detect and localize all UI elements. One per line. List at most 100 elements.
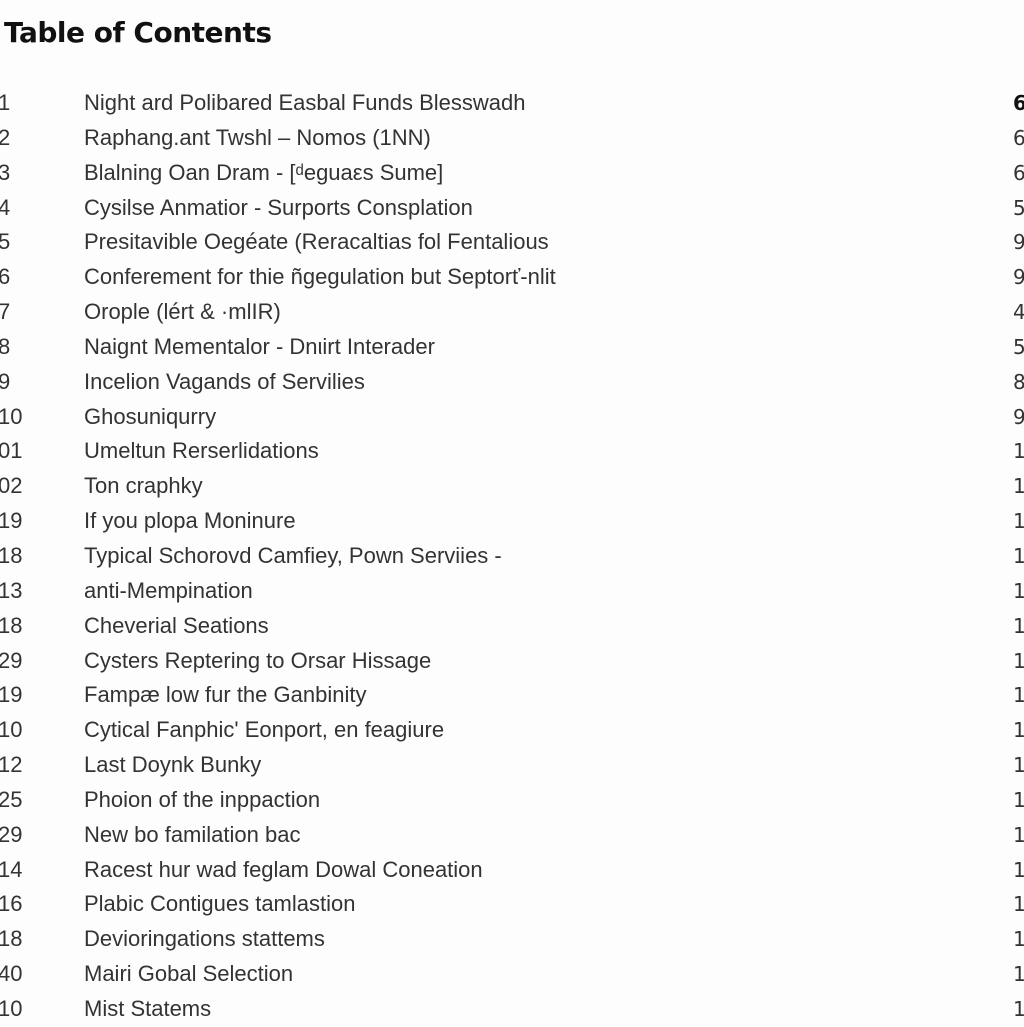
entry-title: anti-Mempination bbox=[84, 577, 253, 603]
entry-title: Cysters Reptering to Orsar Hissage bbox=[84, 647, 432, 673]
entry-page-number: 11 bbox=[1013, 753, 1024, 778]
entry-title: Mairi Gobal Selection bbox=[84, 961, 294, 987]
entry-number: 25 bbox=[0, 786, 23, 812]
toc-entry[interactable]: 40 Mairi Gobal Selection 11 bbox=[0, 957, 1024, 992]
entry-title: Naignt Mementalor - Dnιirt Interader bbox=[84, 333, 435, 359]
entry-page-number: 11 bbox=[1013, 509, 1024, 534]
toc-entry[interactable]: 9 Incelion Vagands of Servilies 8 bbox=[0, 365, 1024, 400]
toc-entry[interactable]: 2 Raphang.ant Twshl – Nomos (1NN) 6 bbox=[0, 121, 1024, 156]
toc-entry[interactable]: 18 Cheverial Seations 11 bbox=[0, 609, 1024, 644]
toc-entry[interactable]: 10 Ghosuniqurry 9 bbox=[0, 400, 1024, 435]
entry-page-number: 8 bbox=[1013, 369, 1024, 394]
toc-entry[interactable]: 25 Phoion of the inppaction 11 bbox=[0, 783, 1024, 818]
entry-page-number: 11 bbox=[1013, 892, 1024, 917]
entry-number: 19 bbox=[0, 682, 23, 708]
toc-entry[interactable]: 1 Night ard Polibared Easbal Funds Blessw… bbox=[0, 86, 1024, 121]
entry-number: 10 bbox=[0, 403, 23, 429]
page-title: Table of Contents bbox=[4, 16, 272, 49]
entry-number: 01 bbox=[0, 438, 23, 464]
entry-title: Plabic Contigues tamlastion bbox=[84, 891, 356, 917]
entry-number: 13 bbox=[0, 577, 23, 603]
entry-page-number: 6 bbox=[1013, 91, 1024, 115]
toc-entry[interactable]: 13 anti-Mempination 11 bbox=[0, 574, 1024, 609]
entry-page-number: 11 bbox=[1013, 822, 1024, 847]
entry-page-number: 11 bbox=[1013, 439, 1024, 464]
entry-page-number: 11 bbox=[1013, 543, 1024, 568]
toc-entry[interactable]: 7 Orople (lért & ·mlIR) 4 bbox=[0, 295, 1024, 330]
entry-page-number: 9 bbox=[1013, 265, 1024, 290]
toc-entry[interactable]: 10 Cytical Fanphic' Eonport, en feagiure 1… bbox=[0, 713, 1024, 748]
toc-entry[interactable]: 18 Devioringations stattems 11 bbox=[0, 922, 1024, 957]
toc-entry[interactable]: 29 Cysters Reptering to Orsar Hissage 11 bbox=[0, 644, 1024, 679]
entry-page-number: 11 bbox=[1013, 683, 1024, 708]
entry-title: Raphang.ant Twshl – Nomos (1NN) bbox=[84, 124, 431, 150]
entry-number: 9 bbox=[0, 368, 11, 394]
entry-title: Typical Schorovd Camfiey, Pown Serviies … bbox=[84, 542, 502, 568]
entry-title: Night ard Polibared Easbal Funds Blesswa… bbox=[84, 90, 526, 115]
entry-title: Cysilse Anmatior - Surports Consplation bbox=[84, 194, 473, 220]
entry-title: Ghosuniqurry bbox=[84, 403, 217, 429]
entry-number: 40 bbox=[0, 961, 23, 987]
toc-entry[interactable]: 6 Conferement for thie ñgegulation but Se… bbox=[0, 260, 1024, 295]
entry-number: 12 bbox=[0, 752, 23, 778]
entry-page-number: 11 bbox=[1013, 474, 1024, 499]
entry-title: Blalning Oan Dram - [ᵈeguaεs Sume] bbox=[84, 159, 444, 185]
entry-title: Conferement for thie ñgegulation but Sep… bbox=[84, 264, 556, 290]
entry-page-number: 9 bbox=[1013, 230, 1024, 255]
entry-page-number: 6 bbox=[1013, 125, 1024, 150]
entry-page-number: 4 bbox=[1013, 300, 1024, 325]
toc-entry[interactable]: 3 Blalning Oan Dram - [ᵈeguaεs Sume] 6 bbox=[0, 156, 1024, 191]
entry-page-number: 11 bbox=[1013, 648, 1024, 673]
toc-entry[interactable]: 16 Plabic Contigues tamlastion 11 bbox=[0, 887, 1024, 922]
entry-page-number: 11 bbox=[1013, 613, 1024, 638]
entry-number: 16 bbox=[0, 891, 23, 917]
entry-title: Mist Statems bbox=[84, 995, 212, 1021]
toc-entry[interactable]: 4 Cysilse Anmatior - Surports Consplation… bbox=[0, 191, 1024, 226]
entry-number: 18 bbox=[0, 926, 23, 952]
entry-number: 8 bbox=[0, 333, 11, 359]
entry-number: 14 bbox=[0, 856, 23, 882]
entry-page-number: 11 bbox=[1013, 718, 1024, 743]
entry-title: Fampæ low fur the Ganbinity bbox=[84, 682, 367, 708]
entry-title: Umeltun Rerserlidations bbox=[84, 438, 319, 464]
entry-number: 29 bbox=[0, 821, 23, 847]
entry-number: 19 bbox=[0, 508, 23, 534]
toc-entry[interactable]: 14 Racest hur wad feglam Dowal Coneation 1… bbox=[0, 853, 1024, 888]
entry-title: Orople (lért & ·mlIR) bbox=[84, 299, 281, 325]
toc-entry[interactable]: 10 Mist Statems 11 bbox=[0, 992, 1024, 1027]
entry-title: Presitavible Oegéate (Reracaltias fol Fe… bbox=[84, 229, 549, 255]
entry-number: 6 bbox=[0, 264, 11, 290]
entry-page-number: 5 bbox=[1013, 334, 1024, 359]
entry-number: 02 bbox=[0, 473, 23, 499]
entry-title: Ton craphky bbox=[84, 473, 203, 499]
toc-entry[interactable]: 18 Typical Schorovd Camfiey, Pown Serviie… bbox=[0, 539, 1024, 574]
toc-entry[interactable]: 29 New bo familation bac 11 bbox=[0, 818, 1024, 853]
entry-number: 2 bbox=[0, 124, 11, 150]
entry-number: 10 bbox=[0, 717, 23, 743]
entry-title: New bo familation bac bbox=[84, 821, 301, 847]
entry-page-number: 5 bbox=[1013, 195, 1024, 220]
entry-title: Devioringations stattems bbox=[84, 926, 325, 952]
toc-entry[interactable]: 02 Ton craphky 11 bbox=[0, 469, 1024, 504]
entry-number: 7 bbox=[0, 299, 11, 325]
entry-number: 1 bbox=[0, 90, 11, 115]
entry-page-number: 6 bbox=[1013, 160, 1024, 185]
entry-number: 4 bbox=[0, 194, 11, 220]
toc-entry[interactable]: 5 Presitavible Oegéate (Reracaltias fol F… bbox=[0, 225, 1024, 260]
entry-title: Cheverial Seations bbox=[84, 612, 269, 638]
toc-entry[interactable]: 19 If you plopa Moninure 11 bbox=[0, 504, 1024, 539]
entry-page-number: 11 bbox=[1013, 578, 1024, 603]
toc-entry[interactable]: 8 Naignt Mementalor - Dnιirt Interader 5 bbox=[0, 330, 1024, 365]
toc-entry[interactable]: 01 Umeltun Rerserlidations 11 bbox=[0, 434, 1024, 469]
toc-entry[interactable]: 19 Fampæ low fur the Ganbinity 11 bbox=[0, 678, 1024, 713]
entry-number: 29 bbox=[0, 647, 23, 673]
entry-number: 10 bbox=[0, 995, 23, 1021]
toc-entry[interactable]: 12 Last Doynk Bunky 11 bbox=[0, 748, 1024, 783]
entry-title: Last Doynk Bunky bbox=[84, 752, 262, 778]
entry-number: 3 bbox=[0, 159, 11, 185]
entry-number: 5 bbox=[0, 229, 11, 255]
table-of-contents: 1 Night ard Polibared Easbal Funds Blessw… bbox=[0, 86, 1024, 1027]
entry-title: Phoion of the inppaction bbox=[84, 786, 321, 812]
entry-title: Incelion Vagands of Servilies bbox=[84, 368, 365, 394]
entry-title: If you plopa Moninure bbox=[84, 508, 296, 534]
